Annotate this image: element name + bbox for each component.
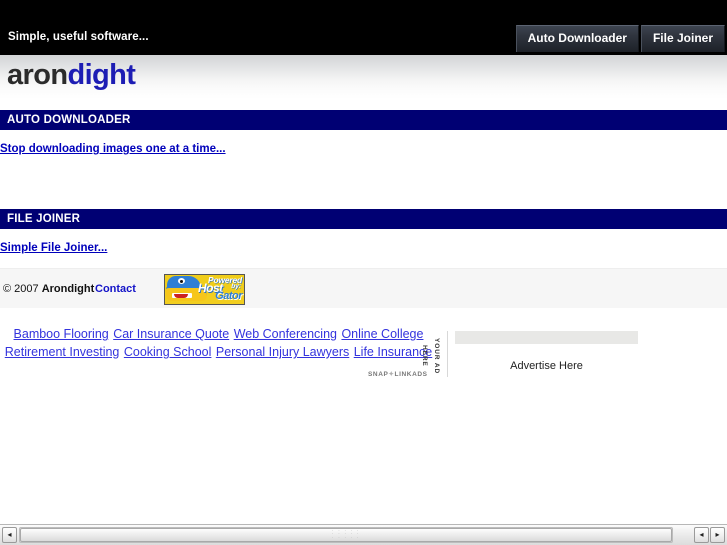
- ad-link-car-insurance-quote[interactable]: Car Insurance Quote: [113, 327, 229, 341]
- hostgator-gator-text: Gator: [215, 290, 242, 302]
- advertise-here-link[interactable]: Advertise Here: [455, 360, 638, 372]
- scroll-right-button-2[interactable]: ▸: [710, 527, 725, 543]
- ad-link-web-conferencing[interactable]: Web Conferencing: [234, 327, 337, 341]
- horizontal-scrollbar[interactable]: ◂ · · · · · · · · · · · · · · · ◂ ▸: [0, 524, 727, 545]
- logo-text-accent: dight: [67, 59, 136, 91]
- copyright-owner: Arondight: [41, 283, 95, 295]
- hostgator-by-text: by:: [231, 283, 241, 290]
- snap-linkads-brand-1: SNAP: [368, 371, 389, 378]
- scrollbar-thumb[interactable]: · · · · · · · · · · · · · · ·: [20, 528, 672, 542]
- ad-link-bamboo-flooring[interactable]: Bamboo Flooring: [14, 327, 109, 341]
- scroll-right-button-1[interactable]: ◂: [694, 527, 709, 543]
- logo-text-primary: aron: [7, 59, 68, 91]
- copyright-prefix: © 2007: [3, 283, 42, 295]
- scroll-left-button[interactable]: ◂: [2, 527, 17, 543]
- your-ad-here-vertical-label[interactable]: YOUR AD HERE: [421, 330, 442, 382]
- chevron-left-icon: ◂: [7, 530, 12, 539]
- chevron-left-icon-2: ◂: [699, 530, 704, 539]
- link-auto-downloader[interactable]: Stop downloading images one at a time...: [0, 143, 226, 155]
- ad-link-personal-injury-lawyers[interactable]: Personal Injury Lawyers: [216, 345, 349, 359]
- scrollbar-grip-icon: · · · · · · · · · · · · · · ·: [331, 527, 361, 541]
- hostgator-badge-icon[interactable]: Powered by: Host Gator: [164, 274, 245, 305]
- copyright-text: © 2007 Arondight: [3, 283, 94, 295]
- scrollbar-track[interactable]: · · · · · · · · · · · · · · ·: [19, 527, 673, 543]
- gator-mouth-icon: [174, 294, 188, 298]
- site-logo[interactable]: arondight: [7, 58, 136, 92]
- gator-eye-icon: [178, 278, 185, 284]
- contact-link[interactable]: Contact: [95, 283, 136, 295]
- tab-auto-downloader[interactable]: Auto Downloader: [515, 25, 639, 52]
- section-header-file-joiner: FILE JOINER: [0, 209, 727, 229]
- site-tagline: Simple, useful software...: [8, 31, 149, 43]
- tab-file-joiner[interactable]: File Joiner: [640, 25, 725, 52]
- ad-link-cooking-school[interactable]: Cooking School: [124, 345, 212, 359]
- link-file-joiner[interactable]: Simple File Joiner...: [0, 242, 107, 254]
- section-header-auto-downloader: AUTO DOWNLOADER: [0, 110, 727, 130]
- chevron-right-icon: ▸: [715, 530, 720, 539]
- ad-divider: [447, 331, 448, 377]
- section-header-file-joiner-label: FILE JOINER: [7, 213, 81, 225]
- section-header-auto-downloader-label: AUTO DOWNLOADER: [7, 114, 131, 126]
- snap-linkads-logo[interactable]: SNAP✦LINKADS: [368, 370, 428, 378]
- ad-link-online-college[interactable]: Online College: [341, 327, 423, 341]
- ad-link-retirement-investing[interactable]: Retirement Investing: [5, 345, 120, 359]
- ad-links-list: Bamboo Flooring Car Insurance Quote Web …: [0, 322, 437, 361]
- snap-linkads-brand-2: LINKADS: [394, 371, 428, 378]
- nav-tabs: Auto Downloader File Joiner: [515, 25, 727, 52]
- ad-placeholder-bar: [455, 331, 638, 344]
